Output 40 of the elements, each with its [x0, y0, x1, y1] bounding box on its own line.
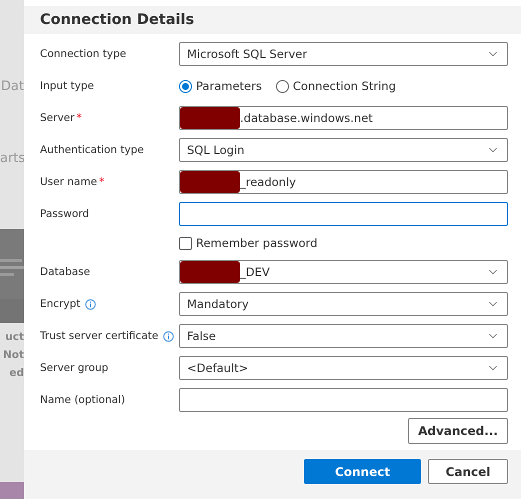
- background-strip: [0, 482, 24, 499]
- info-icon[interactable]: [85, 298, 96, 310]
- dropdown[interactable]: _DEV: [179, 260, 508, 284]
- cancel-button[interactable]: Cancel: [428, 459, 508, 484]
- dialog-title: Connection Details: [40, 12, 194, 28]
- radio-option[interactable]: Connection String: [276, 79, 396, 93]
- dropdown[interactable]: <Default>: [179, 356, 508, 380]
- field-label: Server: [40, 112, 74, 124]
- background-text: ed: [8, 366, 24, 381]
- radio-icon[interactable]: [276, 80, 289, 92]
- field-label: Trust server certificate: [40, 330, 158, 342]
- dropdown[interactable]: Mandatory: [179, 292, 508, 316]
- field-label: Database: [40, 266, 90, 278]
- field-label: Password: [40, 208, 90, 220]
- radio-option[interactable]: Parameters: [179, 79, 262, 93]
- required-mark: *: [99, 176, 104, 188]
- field-label: Server group: [40, 362, 108, 374]
- advanced-button[interactable]: Advanced...: [408, 418, 508, 444]
- radio-icon[interactable]: [179, 80, 192, 92]
- background-text: Dat: [0, 78, 24, 96]
- required-mark: *: [76, 112, 82, 124]
- connect-button[interactable]: Connect: [304, 459, 421, 484]
- input-field[interactable]: .database.windows.net: [179, 106, 508, 130]
- dropdown[interactable]: False: [179, 324, 508, 348]
- info-icon[interactable]: [163, 330, 174, 342]
- checkbox[interactable]: [179, 236, 192, 250]
- input-field[interactable]: [179, 202, 508, 226]
- field-label: Authentication type: [40, 144, 144, 156]
- background-text: Not: [2, 348, 24, 363]
- field-label: User name: [40, 176, 98, 188]
- dropdown[interactable]: SQL Login: [179, 138, 508, 162]
- background-text: uct: [4, 330, 24, 345]
- input-field[interactable]: [179, 388, 508, 412]
- field-label: Encrypt: [40, 298, 80, 310]
- field-label: Connection type: [40, 48, 126, 60]
- input-field[interactable]: _readonly: [179, 170, 508, 194]
- field-label: Name (optional): [40, 394, 126, 406]
- checkbox-option[interactable]: Remember password: [179, 236, 508, 250]
- field-label: Input type: [40, 80, 95, 92]
- dropdown[interactable]: Microsoft SQL Server: [179, 42, 508, 66]
